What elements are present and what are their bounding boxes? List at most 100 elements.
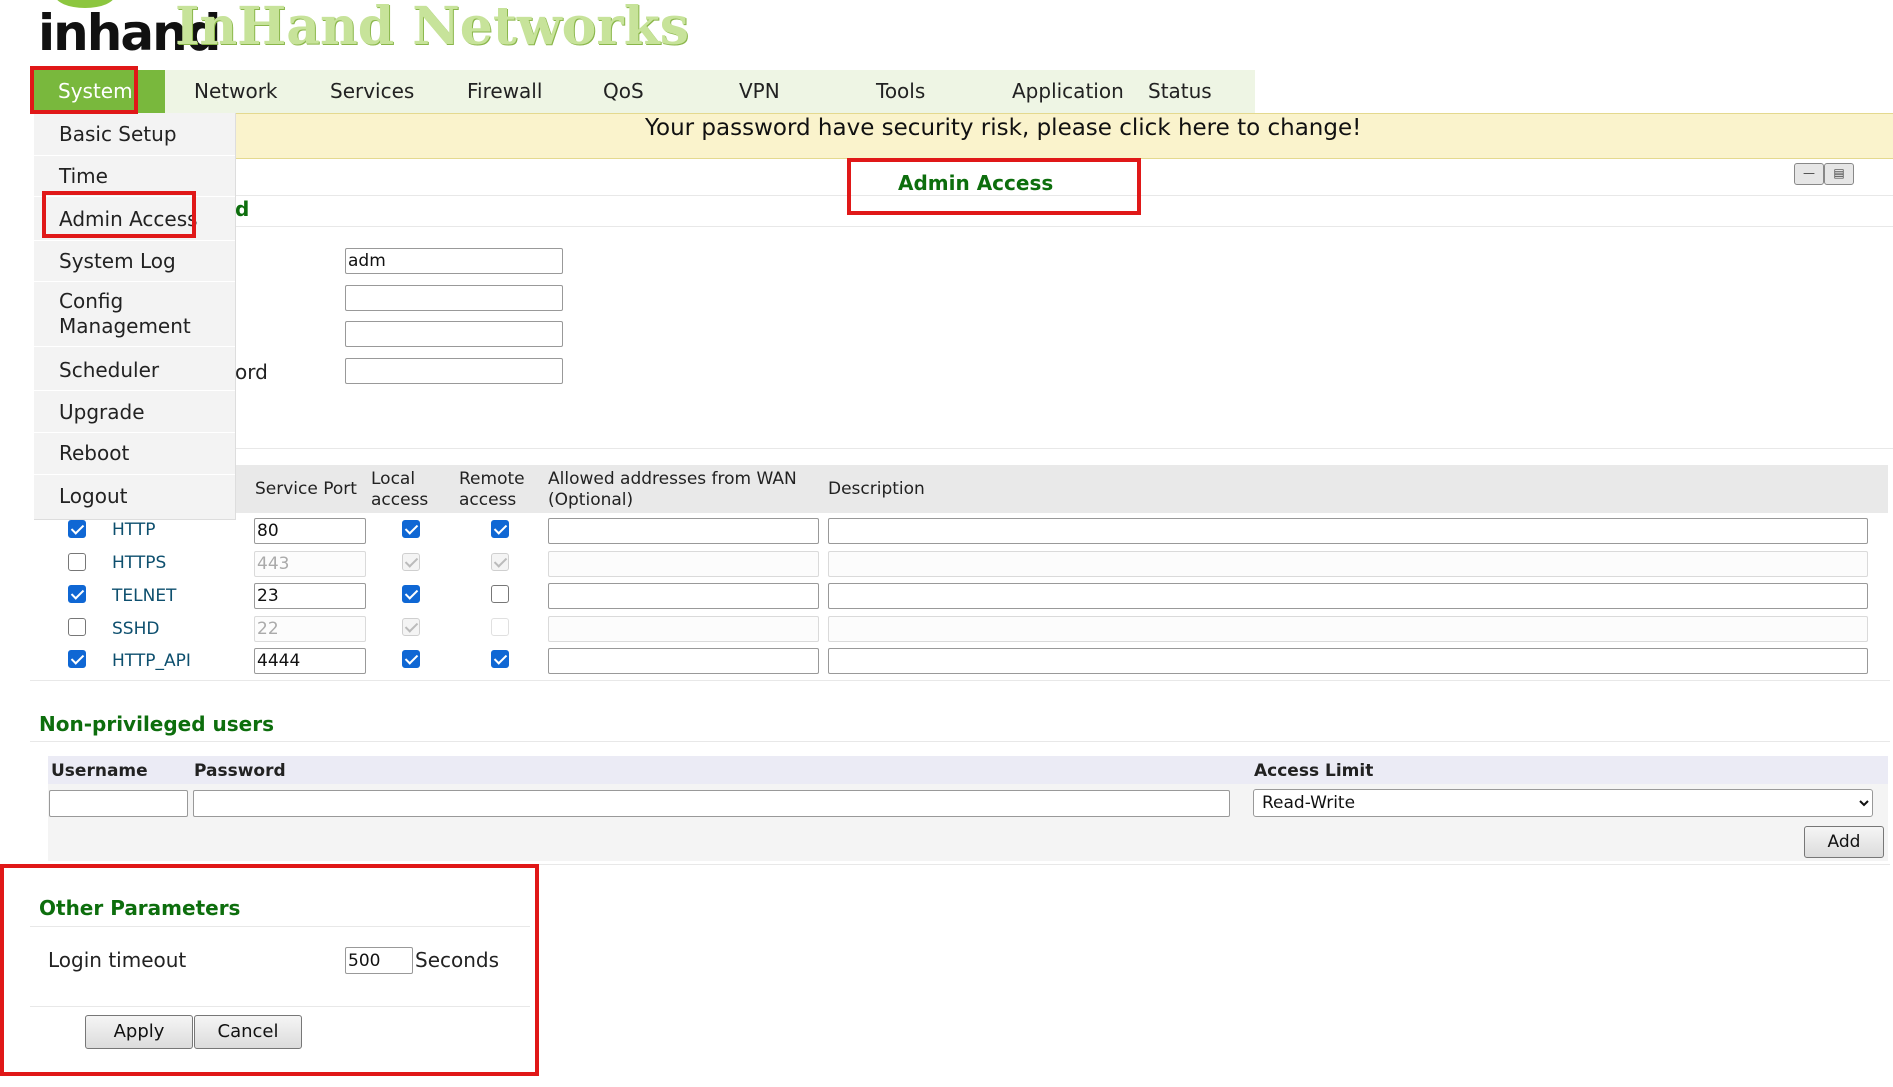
- nav-status[interactable]: Status: [1148, 70, 1212, 113]
- admin-section-heading: d: [235, 197, 250, 221]
- menu-separator: [34, 240, 235, 241]
- menu-item-basic-setup[interactable]: Basic Setup: [59, 122, 177, 146]
- brand-title: InHand Networks: [175, 0, 690, 57]
- non-privileged-heading: Non-privileged users: [39, 712, 274, 736]
- divider: [30, 1006, 530, 1007]
- service-name-telnet: TELNET: [112, 586, 177, 606]
- telnet-allowed-field[interactable]: [548, 583, 819, 609]
- main-nav: Network Services Firewall QoS VPN Tools …: [30, 70, 1255, 113]
- divider: [230, 226, 1893, 227]
- th-local-access: Local access: [371, 469, 429, 510]
- sshd-remote-checkbox: [491, 618, 509, 636]
- divider: [30, 864, 1890, 865]
- confirm-password-label: ord: [235, 360, 268, 384]
- th-access-limit: Access Limit: [1254, 761, 1374, 781]
- https-port-field: [254, 551, 366, 577]
- system-dropdown-menu: Basic Setup Time Admin Access System Log…: [34, 113, 236, 520]
- enable-http-checkbox[interactable]: [68, 520, 86, 538]
- enable-sshd-checkbox[interactable]: [68, 618, 86, 636]
- menu-item-scheduler[interactable]: Scheduler: [59, 358, 159, 382]
- th-service-port: Service Port: [255, 479, 357, 499]
- menu-item-admin-access[interactable]: Admin Access: [59, 207, 198, 231]
- http-port-field[interactable]: [254, 518, 366, 544]
- divider: [30, 680, 1890, 681]
- http-local-checkbox[interactable]: [402, 520, 420, 538]
- login-timeout-label: Login timeout: [48, 948, 187, 972]
- http-api-description-field[interactable]: [828, 648, 1868, 674]
- old-password-field[interactable]: [345, 285, 563, 311]
- service-name-http: HTTP: [112, 520, 156, 540]
- enable-http-api-checkbox[interactable]: [68, 650, 86, 668]
- minimize-icon[interactable]: —: [1794, 163, 1824, 185]
- sshd-description-field: [828, 616, 1868, 642]
- sshd-port-field: [254, 616, 366, 642]
- http-api-local-checkbox[interactable]: [402, 650, 420, 668]
- restore-icon[interactable]: ▤: [1824, 163, 1854, 185]
- menu-item-config-management[interactable]: Config Management: [59, 289, 229, 339]
- telnet-port-field[interactable]: [254, 583, 366, 609]
- nav-tools[interactable]: Tools: [876, 70, 925, 113]
- https-allowed-field: [548, 551, 819, 577]
- enable-telnet-checkbox[interactable]: [68, 585, 86, 603]
- new-password-field[interactable]: [345, 321, 563, 347]
- enable-https-checkbox[interactable]: [68, 553, 86, 571]
- nav-network[interactable]: Network: [194, 70, 278, 113]
- divider: [30, 926, 530, 927]
- http-api-remote-checkbox[interactable]: [491, 650, 509, 668]
- th-allowed-addresses: Allowed addresses from WAN (Optional): [548, 469, 797, 510]
- add-button[interactable]: Add: [1804, 826, 1884, 858]
- page-title: Admin Access: [898, 171, 1054, 195]
- nav-system[interactable]: System: [34, 70, 165, 113]
- menu-separator: [34, 281, 235, 282]
- username-field[interactable]: [345, 248, 563, 274]
- apply-button[interactable]: Apply: [85, 1015, 193, 1049]
- divider: [230, 448, 1893, 449]
- telnet-description-field[interactable]: [828, 583, 1868, 609]
- http-remote-checkbox[interactable]: [491, 520, 509, 538]
- divider: [230, 195, 1893, 196]
- security-banner-text[interactable]: Your password have security risk, please…: [645, 115, 1361, 141]
- menu-separator: [34, 390, 235, 391]
- non-privileged-table-header: [48, 756, 1888, 784]
- nav-vpn[interactable]: VPN: [739, 70, 780, 113]
- access-limit-select[interactable]: Read-Write: [1253, 789, 1873, 817]
- telnet-remote-checkbox[interactable]: [491, 585, 509, 603]
- http-description-field[interactable]: [828, 518, 1868, 544]
- telnet-local-checkbox[interactable]: [402, 585, 420, 603]
- menu-separator: [34, 196, 235, 197]
- other-parameters-heading: Other Parameters: [39, 896, 241, 920]
- menu-item-system-log[interactable]: System Log: [59, 249, 176, 273]
- window-controls: — ▤: [1794, 163, 1854, 185]
- th-password: Password: [194, 761, 286, 781]
- http-allowed-field[interactable]: [548, 518, 819, 544]
- menu-item-time[interactable]: Time: [59, 164, 108, 188]
- menu-separator: [34, 474, 235, 475]
- menu-separator: [34, 432, 235, 433]
- http-api-port-field[interactable]: [254, 648, 366, 674]
- http-api-allowed-field[interactable]: [548, 648, 819, 674]
- np-username-field[interactable]: [49, 790, 188, 817]
- service-name-http-api: HTTP_API: [112, 651, 191, 671]
- sshd-local-checkbox: [402, 618, 420, 636]
- nav-firewall[interactable]: Firewall: [467, 70, 542, 113]
- th-remote-access: Remote access: [459, 469, 525, 510]
- confirm-password-field[interactable]: [345, 358, 563, 384]
- nav-application[interactable]: Application: [1012, 70, 1124, 113]
- service-name-https: HTTPS: [112, 553, 167, 573]
- menu-separator: [34, 346, 235, 347]
- nav-qos[interactable]: QoS: [603, 70, 644, 113]
- sshd-allowed-field: [548, 616, 819, 642]
- login-timeout-field[interactable]: [345, 947, 413, 974]
- cancel-button[interactable]: Cancel: [194, 1015, 302, 1049]
- https-description-field: [828, 551, 1868, 577]
- nav-services[interactable]: Services: [330, 70, 414, 113]
- login-timeout-unit: Seconds: [415, 948, 500, 972]
- np-password-field[interactable]: [193, 790, 1230, 817]
- menu-item-reboot[interactable]: Reboot: [59, 441, 129, 465]
- menu-item-logout[interactable]: Logout: [59, 484, 127, 508]
- th-description: Description: [828, 479, 925, 499]
- https-remote-checkbox: [491, 553, 509, 571]
- https-local-checkbox: [402, 553, 420, 571]
- divider: [30, 741, 1890, 742]
- menu-item-upgrade[interactable]: Upgrade: [59, 400, 145, 424]
